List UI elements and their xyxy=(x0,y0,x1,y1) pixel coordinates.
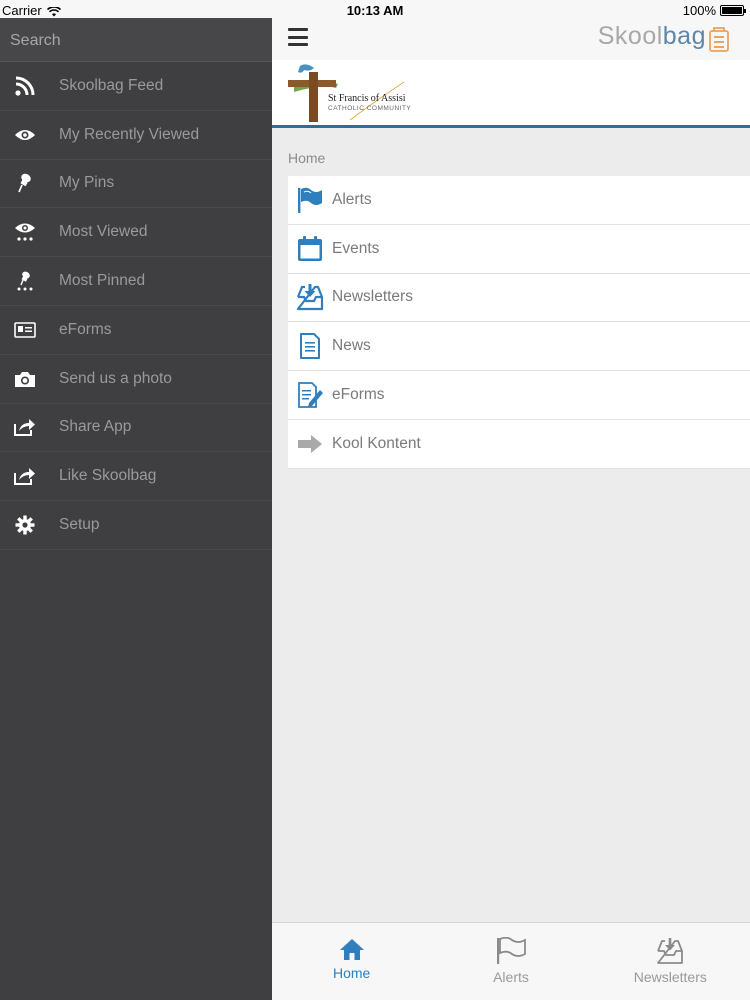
sidebar-item-label: My Pins xyxy=(59,174,115,192)
menu-toggle-button[interactable] xyxy=(288,28,308,46)
form-edit-icon xyxy=(288,381,332,409)
hamburger-line xyxy=(288,28,308,31)
pin-icon xyxy=(0,172,50,194)
sidebar-item-label: My Recently Viewed xyxy=(59,125,200,143)
list-item-events[interactable]: Events xyxy=(288,224,750,274)
top-bar: Skoolbag xyxy=(272,18,750,60)
sidebar: Search Skoolbag Feed My Recently Viewed … xyxy=(0,18,272,1000)
tab-label: Home xyxy=(332,965,371,981)
list-item-label: Newsletters xyxy=(332,288,413,306)
sidebar-item-skoolbag-feed[interactable]: Skoolbag Feed xyxy=(0,62,272,111)
sidebar-item-label: Send us a photo xyxy=(59,369,172,387)
id-card-icon xyxy=(0,322,50,338)
sidebar-item-my-pins[interactable]: My Pins xyxy=(0,160,272,209)
status-time: 10:13 AM xyxy=(346,3,404,18)
tab-newsletters[interactable]: Newsletters xyxy=(591,923,750,1000)
home-icon xyxy=(339,939,364,960)
sidebar-item-most-pinned[interactable]: Most Pinned xyxy=(0,257,272,306)
sidebar-item-label: Most Pinned xyxy=(59,272,146,290)
calendar-icon xyxy=(288,235,332,263)
eye-dots-icon xyxy=(0,222,50,242)
list-item-eforms[interactable]: eForms xyxy=(288,371,750,420)
battery-indicator: 100% xyxy=(682,3,746,18)
tab-bar: Home Alerts Newsletters xyxy=(272,922,750,1000)
sidebar-item-label: Like Skoolbag xyxy=(59,467,157,485)
bag-logo-icon xyxy=(709,27,729,52)
hamburger-line xyxy=(288,43,308,46)
list-item-newsletters[interactable]: Newsletters xyxy=(288,273,750,323)
sidebar-item-most-viewed[interactable]: Most Viewed xyxy=(0,208,272,258)
flag-icon xyxy=(288,186,332,214)
sidebar-item-send-photo[interactable]: Send us a photo xyxy=(0,355,272,404)
status-bar: Carrier 10:13 AM 100% xyxy=(0,0,750,20)
tab-home[interactable]: Home xyxy=(272,923,431,1000)
list-item-label: eForms xyxy=(332,386,385,404)
inbox-download-icon xyxy=(657,938,684,964)
list-item-news[interactable]: News xyxy=(288,322,750,372)
brand-suffix: bag xyxy=(662,22,706,50)
list-item-label: Kool Kontent xyxy=(332,434,421,452)
battery-percent: 100% xyxy=(682,3,716,18)
list-item-label: News xyxy=(332,337,371,355)
tab-alerts[interactable]: Alerts xyxy=(431,923,590,1000)
camera-icon xyxy=(0,370,50,388)
battery-icon xyxy=(720,5,746,16)
sidebar-item-label: Skoolbag Feed xyxy=(59,76,164,94)
list-item-kool-kontent[interactable]: Kool Kontent xyxy=(288,419,750,469)
search-input[interactable]: Search xyxy=(0,18,272,62)
eye-icon xyxy=(0,128,50,142)
sidebar-item-label: Most Viewed xyxy=(59,223,148,241)
app-logo: Skoolbag xyxy=(598,22,706,51)
tab-label: Newsletters xyxy=(633,969,707,985)
tab-label: Alerts xyxy=(493,969,529,985)
share-icon xyxy=(0,467,50,486)
home-list: Alerts Events Newsletters News eForms Ko… xyxy=(288,176,750,469)
flag-icon xyxy=(496,937,526,964)
hamburger-line xyxy=(288,35,308,39)
list-item-label: Alerts xyxy=(332,190,372,208)
list-item-alerts[interactable]: Alerts xyxy=(288,176,750,225)
share-icon xyxy=(0,418,50,437)
sidebar-item-share-app[interactable]: Share App xyxy=(0,404,272,453)
sidebar-item-like-skoolbag[interactable]: Like Skoolbag xyxy=(0,452,272,502)
pin-dots-icon xyxy=(0,270,50,292)
breadcrumb: Home xyxy=(272,128,750,176)
sidebar-item-label: eForms xyxy=(59,320,112,338)
sidebar-item-eforms[interactable]: eForms xyxy=(0,306,272,355)
gear-icon xyxy=(0,515,50,535)
main-panel: Skoolbag St Francis of Assisi CATHOLIC C… xyxy=(272,18,750,1000)
brand-text: Skool xyxy=(597,22,663,50)
arrow-right-icon xyxy=(288,433,332,455)
school-banner: St Francis of Assisi CATHOLIC COMMUNITY xyxy=(272,60,750,128)
sidebar-item-setup[interactable]: Setup xyxy=(0,501,272,550)
sidebar-item-label: Share App xyxy=(59,418,132,436)
sidebar-item-recently-viewed[interactable]: My Recently Viewed xyxy=(0,111,272,160)
school-subtitle: CATHOLIC COMMUNITY xyxy=(328,105,412,112)
school-name: St Francis of Assisi xyxy=(328,93,406,104)
inbox-download-icon xyxy=(288,283,332,311)
document-icon xyxy=(288,332,332,360)
rss-icon xyxy=(0,75,50,97)
list-item-label: Events xyxy=(332,239,380,257)
sidebar-item-label: Setup xyxy=(59,516,100,534)
